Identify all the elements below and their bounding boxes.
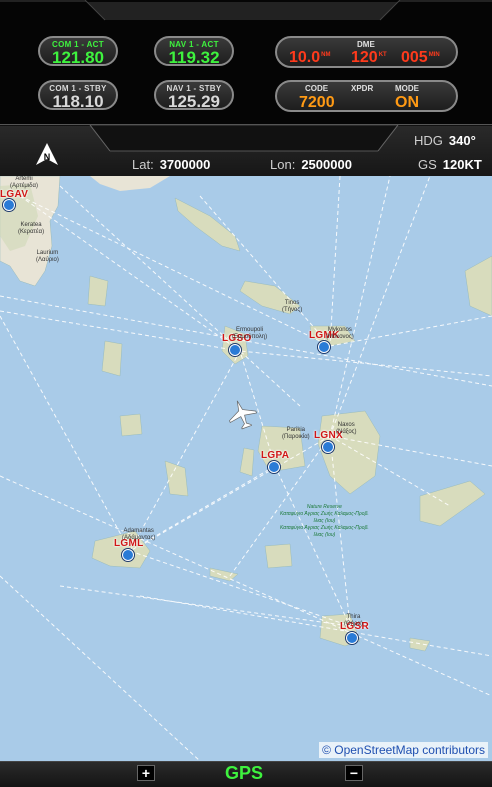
longitude-readout: Lon: 2500000: [270, 157, 352, 172]
dme-display[interactable]: DME 10.0NM 120KT 005MIN: [275, 36, 458, 68]
place-parikia: Parikia (Παροικία): [282, 427, 310, 440]
place-mykonos: Mykonos (Μύκονος): [326, 327, 354, 340]
zoom-in-button[interactable]: +: [137, 765, 155, 781]
place-laurium: Laurium (Λαύριο): [36, 250, 59, 263]
airport-marker-icon: [3, 199, 15, 211]
airport-marker-icon: [268, 461, 280, 473]
place-nature-reserve: Nature Reserve Καταφύγιο Άγριας Ζωής Καλ…: [280, 504, 369, 538]
nav1-active-value: 119.32: [168, 48, 220, 67]
avionics-panel: COM 1 - ACT 121.80 NAV 1 - ACT 119.32 CO…: [0, 0, 492, 177]
map-credit-link[interactable]: © OpenStreetMap contributors: [319, 742, 488, 758]
zoom-out-button[interactable]: −: [345, 765, 363, 781]
map-canvas: [0, 176, 492, 761]
com1-active-button[interactable]: COM 1 - ACT 121.80: [38, 36, 118, 66]
nav1-standby-button[interactable]: NAV 1 - STBY 125.29: [154, 80, 234, 110]
map-view[interactable]: LGAV LGSO LGMK LGPA LGNX LGML LGSR Artem…: [0, 176, 492, 761]
place-tinos: Tinos (Τήνος): [282, 300, 303, 313]
airport-marker-icon: [346, 632, 358, 644]
dme-label: DME: [357, 40, 375, 49]
airport-code: LGAV: [0, 189, 29, 200]
dme-time: 005MIN: [401, 49, 440, 66]
xpdr-title: XPDR: [351, 84, 374, 93]
heading-readout: HDG 340°: [414, 133, 476, 148]
place-artemi: Artemi (Αρτέμιδα): [10, 176, 38, 189]
bottom-toolbar: + GPS −: [0, 761, 492, 787]
nav1-active-button[interactable]: NAV 1 - ACT 119.32: [154, 36, 234, 66]
airport-marker-icon: [122, 549, 134, 561]
transponder-display[interactable]: CODE XPDR MODE 7200 ON: [275, 80, 458, 112]
airport-marker-icon: [318, 341, 330, 353]
com1-standby-value: 118.10: [52, 92, 104, 111]
north-arrow-icon[interactable]: N: [34, 141, 60, 167]
airport-marker-icon: [229, 344, 241, 356]
place-keratea: Keratea (Κερατέα): [18, 222, 45, 235]
aircraft-icon: [229, 400, 257, 430]
com1-standby-button[interactable]: COM 1 - STBY 118.10: [38, 80, 118, 110]
dme-distance: 10.0NM: [289, 49, 331, 66]
svg-text:N: N: [44, 152, 51, 162]
com1-active-value: 121.80: [52, 48, 104, 67]
place-naxos: Naxos (Νάξος): [336, 422, 357, 435]
dme-speed: 120KT: [351, 49, 387, 66]
xpdr-code-label: CODE: [305, 84, 329, 93]
panel-frame: [0, 0, 492, 21]
place-thira: Thira (Θήρα): [344, 614, 363, 627]
xpdr-mode-label: MODE: [395, 84, 419, 93]
gps-mode-button[interactable]: GPS: [225, 763, 263, 784]
airport-marker-icon: [322, 441, 334, 453]
xpdr-mode: ON: [395, 94, 419, 111]
xpdr-code: 7200: [299, 94, 335, 111]
nav1-standby-value: 125.29: [168, 92, 220, 111]
latitude-readout: Lat: 3700000: [132, 157, 211, 172]
groundspeed-readout: GS 120KT: [418, 157, 482, 172]
airport-code: LGPA: [261, 450, 290, 461]
position-info-bar: N Lat: 3700000 Lon: 2500000 HDG 340° GS 120K…: [0, 124, 492, 177]
place-adamantas: Adamantas (Αδάμαντας): [122, 528, 156, 541]
place-ermoupoli: Ermoupoli (Ερμούπολη): [232, 327, 268, 340]
